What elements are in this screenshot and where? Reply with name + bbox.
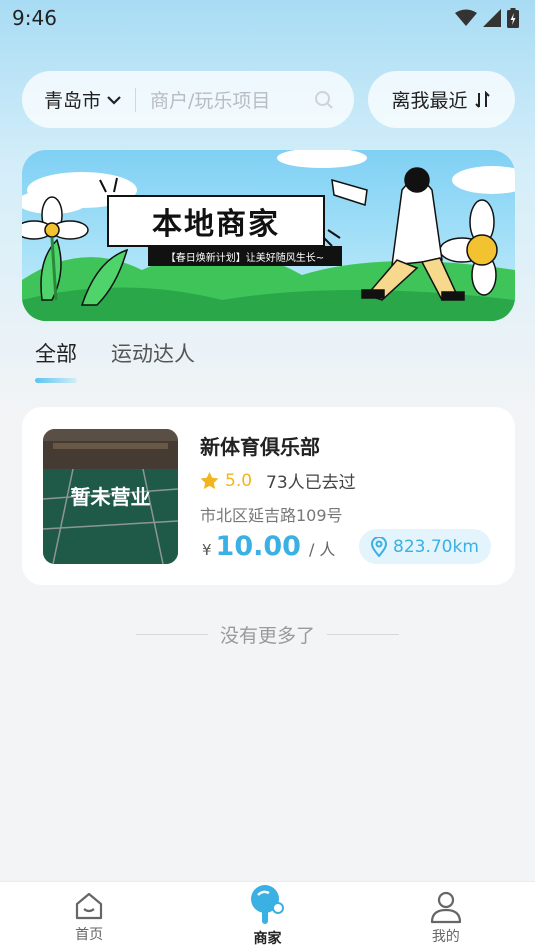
battery-icon [507,8,519,28]
search-box[interactable]: 青岛市 商户/玩乐项目 [22,71,354,128]
home-icon [76,892,103,920]
end-line-right [327,634,399,635]
tab-active-indicator [35,378,77,383]
location-pin-icon [371,536,387,557]
banner-title-box: 本地商家 [107,195,325,247]
sort-icon [474,90,490,108]
star-icon [200,471,219,489]
search-divider [135,87,137,112]
wifi-icon [455,9,477,26]
search-input[interactable]: 商户/玩乐项目 [150,86,314,113]
tab-all[interactable]: 全部 [35,338,77,384]
currency-symbol: ¥ [202,541,212,559]
bottom-nav: 首页 商家 我的 [0,881,535,951]
category-tabs: 全部 运动达人 [35,338,195,384]
merchant-thumbnail: 暂未营业 [43,429,178,564]
chevron-down-icon [107,95,121,105]
merchant-address: 市北区延吉路109号 [200,506,343,525]
tab-sports-expert[interactable]: 运动达人 [111,338,195,384]
ping-pong-icon [251,885,285,924]
rating-value: 5.0 [225,470,253,491]
price-row: ¥ 10.00 / 人 [202,531,335,562]
signal-icon [483,9,501,27]
status-icons [455,8,519,28]
rating-row: 5.0 73人已去过 [200,468,356,493]
merchant-name: 新体育俱乐部 [200,435,320,459]
search-icon[interactable] [314,90,334,110]
price-unit: / 人 [308,540,336,559]
tab-all-label: 全部 [35,342,77,366]
price-value: 10.00 [215,531,301,562]
nav-home-label: 首页 [75,927,104,943]
distance-value: 823.70km [393,536,479,557]
nav-merchants-label: 商家 [253,931,282,947]
sort-nearest-button[interactable]: 离我最近 [368,71,515,128]
nav-merchants[interactable]: 商家 [178,882,356,951]
sort-label: 离我最近 [391,90,468,112]
no-more-text: 没有更多了 [219,625,315,647]
distance-badge: 823.70km [359,529,491,564]
city-label: 青岛市 [44,90,102,112]
nav-profile[interactable]: 我的 [357,882,535,951]
banner-subtitle: 【春日焕新计划】让美好随风生长~ [148,246,342,266]
closed-status-label: 暂未营业 [70,485,151,509]
profile-icon [430,891,461,924]
status-bar: 9:46 [0,0,535,36]
end-line-left [135,634,208,635]
search-row: 青岛市 商户/玩乐项目 离我最近 [22,71,515,128]
merchant-card[interactable]: 暂未营业 新体育俱乐部 5.0 73人已去过 市北区延吉路109号 ¥ 10.0… [22,407,515,585]
nav-home[interactable]: 首页 [0,882,178,951]
banner-title: 本地商家 [152,207,280,242]
status-time: 9:46 [12,6,57,30]
tab-sports-expert-label: 运动达人 [111,342,195,366]
promo-banner[interactable]: 本地商家 【春日焕新计划】让美好随风生长~ [22,150,515,321]
visited-count: 73人已去过 [266,473,356,493]
city-selector[interactable]: 青岛市 [44,86,121,113]
end-of-list: 没有更多了 [0,621,535,648]
nav-profile-label: 我的 [431,929,460,945]
